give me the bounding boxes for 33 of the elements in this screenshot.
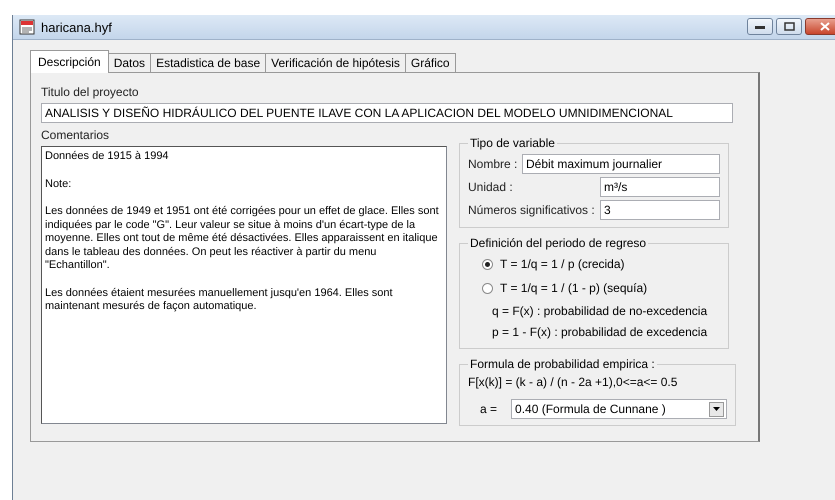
formula-text: F[x(k)] = (k - a) / (n - 2a +1),0<=a<= 0.5 <box>468 375 678 389</box>
radio-label: T = 1/q = 1 / p (crecida) <box>500 257 625 271</box>
close-button[interactable] <box>805 18 835 35</box>
close-icon <box>820 22 830 31</box>
group-title: Definición del periodo de regreso <box>469 236 648 250</box>
dropdown[interactable]: 0.40 (Formula de Cunnane ) <box>511 399 728 419</box>
maximize-icon <box>784 22 794 31</box>
field-label: Titulo del proyecto <box>41 85 140 99</box>
field-label: Números significativos : <box>468 202 595 216</box>
tab[interactable]: Verificación de hipótesis <box>265 53 406 72</box>
minimize-icon <box>755 24 765 28</box>
group-title: Tipo de variable <box>469 136 556 150</box>
radio-label: T = 1/q = 1 / (1 - p) (sequía) <box>500 281 648 295</box>
document-icon <box>19 19 35 35</box>
note-text: q = F(x) : probabilidad de no-excedencia <box>492 304 708 318</box>
maximize-button[interactable] <box>776 18 802 35</box>
window-title: haricana.hyf <box>41 20 113 34</box>
field-label: Unidad : <box>468 180 513 194</box>
field-label: Nombre : <box>468 156 518 170</box>
minimize-button[interactable] <box>747 18 773 35</box>
radio-button[interactable] <box>482 282 493 294</box>
text-field[interactable]: Débit maximum journalier <box>522 154 720 174</box>
group-title: Formula de probabilidad empirica : <box>469 357 656 371</box>
tab[interactable]: Descripción <box>30 50 109 73</box>
project-title-field[interactable]: ANALISIS Y DISEÑO HIDRÁULICO DEL PUENTE ILAVE CON LA APLICACION DEL MODELO UMNIDIMENCIONAL <box>41 103 733 123</box>
note-text: p = 1 - F(x) : probabilidad de excedencia <box>492 324 708 338</box>
comments-field[interactable]: Données de 1915 à 1994 Note: Les données de 1949 et 1951 ont été corrigées pour un effet de glace. Elles sont indiquées par le code "G". Leur valeur se situe à moins d'un écart-type de la moyenne. Elles ont tout de même été désactivées. Elles apparaissent en italique dans le tableau des données. On peut les réactiver à partir du menu "Echantillon". Les données étaient mesurées manuellement jusqu'en 1964. Elles sont maintenant mesurés de façon automatique. <box>41 146 447 424</box>
field-label: a = <box>480 402 498 416</box>
radio-button[interactable] <box>482 258 493 270</box>
text-field[interactable]: m³/s <box>600 176 720 196</box>
tab[interactable]: Gráfico <box>404 53 456 72</box>
field-label: Comentarios <box>41 128 110 142</box>
text-field[interactable]: 3 <box>600 200 720 220</box>
